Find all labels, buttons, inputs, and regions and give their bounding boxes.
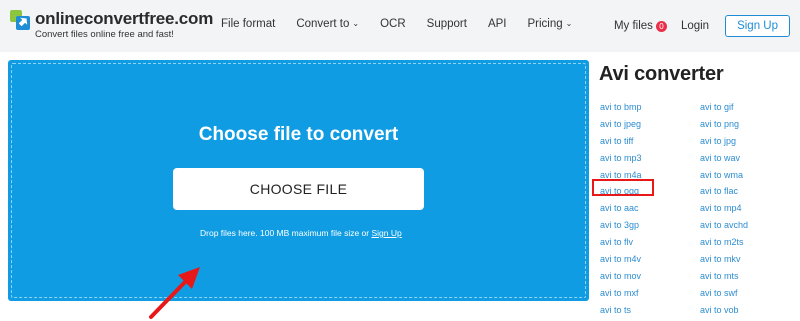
- nav-convert-to[interactable]: Convert to ⌄: [296, 18, 359, 30]
- my-files-label: My files: [613, 20, 653, 32]
- choose-file-button[interactable]: CHOOSE FILE: [173, 168, 424, 210]
- logo-icon: [10, 10, 30, 30]
- conversion-link[interactable]: avi to wma: [700, 169, 748, 186]
- dropzone-title: Choose file to convert: [198, 124, 399, 145]
- nav-label: API: [487, 18, 507, 30]
- conversion-link[interactable]: avi to flv: [600, 236, 642, 253]
- nav-api[interactable]: API: [488, 18, 507, 30]
- conversion-link[interactable]: avi to m2ts: [700, 236, 748, 253]
- sidebar-title: Avi converter: [599, 63, 724, 85]
- conversion-link[interactable]: avi to bmp: [600, 101, 642, 118]
- annotation-highlight-box: [592, 179, 654, 196]
- brand-tagline: Convert files online free and fast!: [35, 29, 174, 40]
- conversion-link[interactable]: avi to 3gp: [600, 219, 642, 236]
- sign-up-link[interactable]: Sign Up: [372, 228, 402, 238]
- dropzone-note-text: Drop files here. 100 MB maximum file siz…: [200, 228, 370, 238]
- conversion-link[interactable]: avi to mp3: [600, 152, 642, 169]
- conversion-link[interactable]: avi to jpeg: [600, 118, 642, 135]
- chevron-down-icon: ⌄: [352, 19, 360, 28]
- conversion-links-col-1: avi to bmp avi to jpeg avi to tiff avi t…: [600, 101, 642, 321]
- nav-support[interactable]: Support: [427, 18, 467, 30]
- conversion-link[interactable]: avi to tiff: [600, 135, 642, 152]
- nav-ocr[interactable]: OCR: [380, 18, 406, 30]
- sign-up-button[interactable]: Sign Up: [725, 15, 790, 37]
- conversion-link[interactable]: avi to mkv: [700, 253, 748, 270]
- login-link[interactable]: Login: [681, 20, 709, 32]
- conversion-link[interactable]: avi to gif: [700, 101, 748, 118]
- conversion-link[interactable]: avi to aac: [600, 202, 642, 219]
- nav-label: File format: [221, 18, 276, 30]
- nav-label: Convert to: [296, 18, 350, 30]
- chevron-down-icon: ⌄: [565, 19, 573, 28]
- nav-label: OCR: [380, 18, 406, 30]
- my-files-link[interactable]: My files 0: [614, 20, 667, 32]
- conversion-link[interactable]: avi to avchd: [700, 219, 748, 236]
- annotation-arrow-icon: [149, 267, 200, 319]
- logo[interactable]: onlineconvertfree.com Convert files onli…: [10, 10, 213, 40]
- nav-file-format[interactable]: File format: [221, 18, 275, 30]
- site-header: onlineconvertfree.com Convert files onli…: [0, 0, 800, 52]
- conversion-link[interactable]: avi to mts: [700, 270, 748, 287]
- conversion-link[interactable]: avi to ts: [600, 304, 642, 321]
- files-count-badge: 0: [655, 20, 667, 32]
- conversion-link[interactable]: avi to wav: [700, 152, 748, 169]
- conversion-link[interactable]: avi to mp4: [700, 202, 748, 219]
- main-nav: File format Convert to ⌄ OCR Support API …: [221, 18, 593, 30]
- conversion-link[interactable]: avi to swf: [700, 287, 748, 304]
- account-nav: My files 0 Login Sign Up: [614, 15, 790, 37]
- conversion-links-col-2: avi to gif avi to png avi to jpg avi to …: [700, 101, 748, 321]
- conversion-link[interactable]: avi to mxf: [600, 287, 642, 304]
- conversion-link[interactable]: avi to flac: [700, 185, 748, 202]
- conversion-link[interactable]: avi to vob: [700, 304, 748, 321]
- dropzone-note: Drop files here. 100 MB maximum file siz…: [200, 228, 402, 238]
- nav-label: Support: [426, 18, 467, 30]
- nav-label: Pricing: [527, 18, 563, 30]
- brand-name: onlineconvertfree.com: [35, 9, 214, 28]
- conversion-link[interactable]: avi to m4v: [600, 253, 642, 270]
- nav-pricing[interactable]: Pricing ⌄: [527, 18, 572, 30]
- conversion-link[interactable]: avi to png: [700, 118, 748, 135]
- conversion-link[interactable]: avi to jpg: [700, 135, 748, 152]
- file-dropzone[interactable]: Choose file to convert CHOOSE FILE Drop …: [8, 60, 589, 319]
- conversion-link[interactable]: avi to mov: [600, 270, 642, 287]
